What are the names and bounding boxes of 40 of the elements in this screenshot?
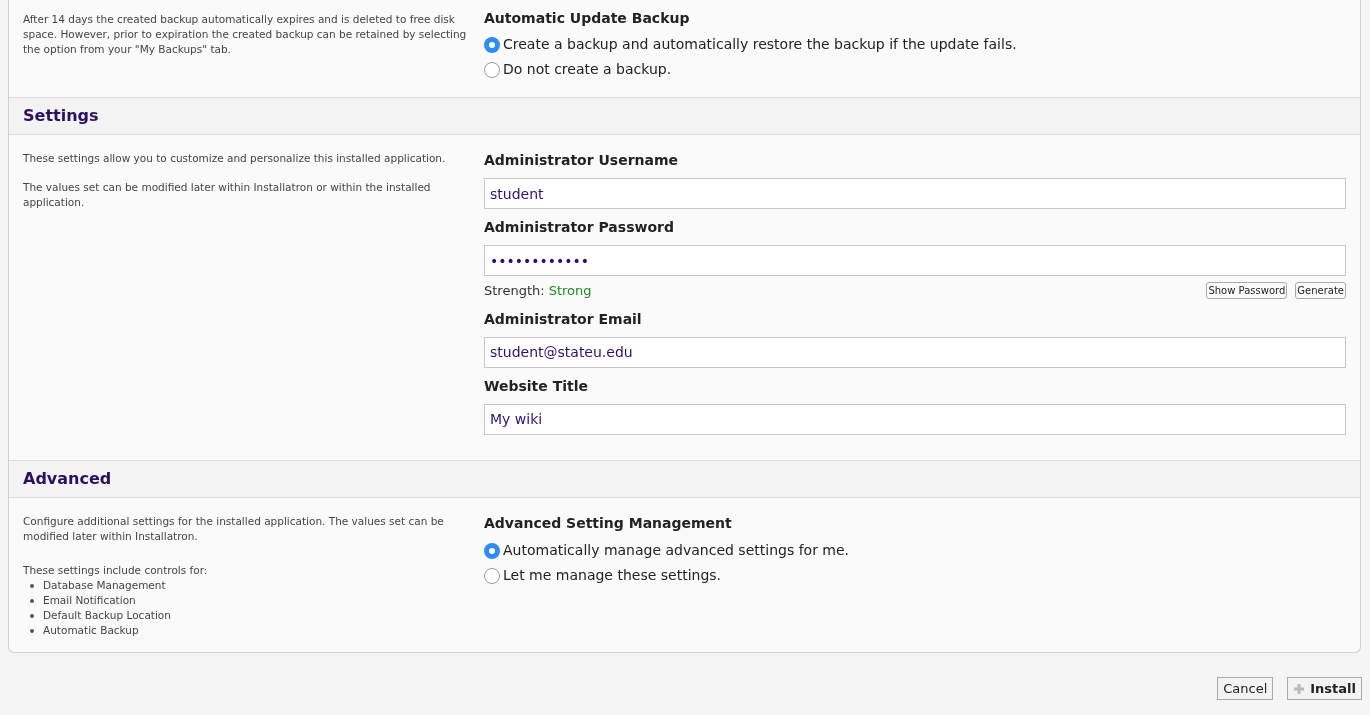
- bullet-icon: [30, 628, 34, 633]
- plus-icon: [1293, 682, 1306, 695]
- small-button[interactable]: Show Password: [1206, 282, 1288, 300]
- install-button[interactable]: Install: [1287, 677, 1362, 700]
- field-label: Website Title: [484, 376, 589, 396]
- list-item: Email Notification: [43, 592, 136, 608]
- input-field[interactable]: ••••••••••••: [484, 245, 1346, 276]
- strength-label: Strength:: [484, 282, 545, 300]
- radio-button[interactable]: [484, 61, 500, 78]
- description-text: These settings include controls for:: [23, 563, 209, 578]
- field-label: Administrator Email: [484, 309, 643, 329]
- list-item: Default Backup Location: [43, 607, 171, 623]
- description-text: These settings allow you to customize and personalize this installed application.: [23, 151, 447, 166]
- input-field[interactable]: student: [484, 178, 1346, 209]
- field-label: Administrator Username: [484, 151, 680, 170]
- list-item: Automatic Backup: [43, 622, 139, 638]
- bullet-icon: [30, 598, 34, 603]
- radio-label: Automatically manage advanced settings for me.: [503, 541, 850, 560]
- description-text: Configure additional settings for the installed application. The values set can be modified later within Installatron.: [23, 514, 445, 544]
- input-field[interactable]: student@stateu.edu: [484, 336, 1346, 368]
- description-text: The values set can be modified later within Installatron or within the installed application.: [23, 180, 432, 210]
- section-title: Advanced: [23, 468, 112, 490]
- description-text: After 14 days the created backup automatically expires and is deleted to free disk space. However, prior to expiration the created backup can be retained by selecting the option from your "My Backups" tab.: [23, 12, 468, 57]
- radio-button[interactable]: [484, 542, 500, 559]
- radio-label: Let me manage these settings.: [503, 566, 722, 585]
- radio-label: Do not create a backup.: [503, 60, 672, 79]
- field-label: Administrator Password: [484, 218, 675, 237]
- small-button[interactable]: Generate: [1295, 282, 1346, 300]
- field-label: Advanced Setting Management: [484, 514, 733, 533]
- list-item: Database Management: [43, 577, 166, 593]
- field-label: Automatic Update Backup: [484, 9, 691, 28]
- strength-value: Strong: [548, 282, 592, 300]
- radio-button[interactable]: [484, 567, 500, 584]
- cancel-button[interactable]: Cancel: [1217, 677, 1274, 700]
- bullet-icon: [30, 613, 34, 618]
- radio-button[interactable]: [484, 36, 500, 53]
- radio-label: Create a backup and automatically restore the backup if the update fails.: [503, 35, 1017, 54]
- input-field[interactable]: My wiki: [484, 403, 1346, 435]
- section-title: Settings: [23, 105, 99, 127]
- bullet-icon: [30, 583, 34, 588]
